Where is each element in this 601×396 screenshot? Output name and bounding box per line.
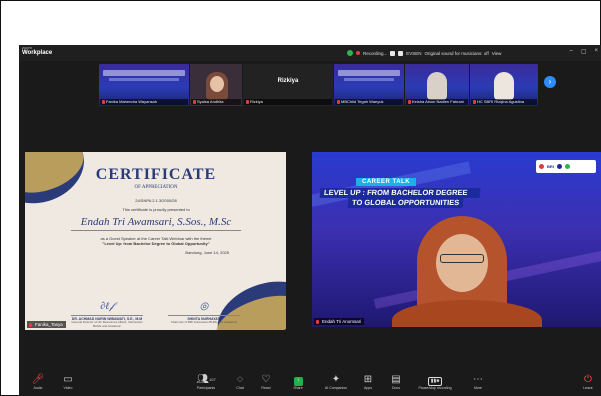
react-button[interactable]: ♡ React: [253, 374, 279, 391]
video-button[interactable]: ▭ Video: [55, 374, 81, 391]
react-icon: ♡: [261, 374, 271, 385]
apps-button[interactable]: ⊞ Apps: [355, 374, 381, 391]
window-controls: – ▢ ×: [569, 48, 598, 55]
participant-tile[interactable]: MBChild Tegah Waeyuk: [334, 64, 404, 106]
microphone-muted-icon: 🎤︎: [31, 374, 45, 385]
signatures: ∂ℓ𝒻 DR. ACHMAD NURIN WIBAWATI, S.E., M.M…: [65, 301, 246, 328]
participant-name: Rizkiya: [244, 99, 332, 105]
mic-muted-icon: [29, 322, 32, 327]
zoom-window: zoom Workplace Recording... EVSEN Origin…: [19, 45, 601, 396]
participant-tile[interactable]: Fanika Mahendra Wayansah: [99, 64, 189, 106]
screenshot-frame: zoom Workplace Recording... EVSEN Origin…: [0, 0, 601, 396]
certificate: CERTIFICATE OF APPRECIATION 24/SNPA 2.1.…: [71, 164, 241, 322]
participant-name: Keisha Ainun Nadien Fahrani: [406, 99, 468, 105]
participants-icon: 👥︎107: [196, 374, 216, 385]
sponsor-logos: BRI: [536, 160, 596, 173]
view-menu[interactable]: View: [492, 51, 502, 56]
participant-tile[interactable]: Rizkiya Rizkiya: [243, 64, 333, 106]
signature-block: ∂ℓ𝒻 DR. ACHMAD NURIN WIBAWATI, S.E., M.M…: [71, 301, 143, 328]
document-icon: ▤: [391, 374, 401, 385]
audio-button[interactable]: 🎤︎ Audio: [25, 374, 51, 391]
participants-button[interactable]: 👥︎107 Participants: [189, 374, 223, 391]
participant-tile[interactable]: Keisha Ainun Nadien Fahrani: [405, 64, 469, 106]
participant-tile[interactable]: Syalsa Andhita: [190, 64, 242, 106]
participant-name: Fanika_Tasya: [27, 321, 66, 328]
participant-name: Syalsa Andhita: [191, 99, 241, 105]
mic-muted-icon: [337, 100, 340, 104]
certificate-presented-text: This certificate is proudly presented to: [122, 207, 190, 212]
title-bar: zoom Workplace Recording... EVSEN Origin…: [19, 45, 601, 61]
mic-muted-icon: [408, 100, 411, 104]
chat-button[interactable]: ◌ Chat: [227, 374, 253, 391]
leave-button[interactable]: ⏻ Leave: [575, 374, 601, 391]
participant-display-name: Rizkiya: [277, 78, 299, 84]
participant-tile[interactable]: HC SBRI Rizqina Agustina: [470, 64, 538, 106]
participant-name: MBChild Tegah Waeyuk: [335, 99, 403, 105]
virtual-background-headline: LEVEL UP : FROM BACHELOR DEGREE TO GLOBA…: [319, 188, 481, 208]
recording-dot-icon: [356, 51, 360, 55]
pause-recording-icon[interactable]: [390, 50, 396, 56]
close-icon[interactable]: ×: [594, 48, 598, 55]
mic-muted-icon: [102, 100, 105, 104]
app-brand: zoom Workplace: [22, 46, 52, 57]
more-button[interactable]: ⋯ More: [465, 374, 491, 391]
docs-button[interactable]: ▤ Docs: [383, 374, 409, 391]
signature-block: ◎ SHINTA NURHAYATI Chairman of BRI Indon…: [168, 301, 240, 328]
participant-name: Fanika Mahendra Wayansah: [100, 99, 188, 105]
certificate-date: Bandung, June 14, 2025: [185, 250, 229, 255]
career-talk-badge: CAREER TALK: [356, 178, 417, 186]
brand-bottom: Workplace: [22, 50, 53, 56]
certificate-title: CERTIFICATE: [95, 166, 217, 183]
share-button[interactable]: ↑ Share: [285, 374, 311, 391]
share-screen-icon: ↑: [293, 377, 303, 386]
mic-muted-icon: [246, 100, 249, 104]
more-icon: ⋯: [473, 374, 483, 385]
participant-chip[interactable]: EVSEN: [406, 51, 421, 56]
mic-muted-icon: [316, 319, 319, 324]
apps-icon: ⊞: [363, 374, 373, 385]
sparkle-icon: ✦: [331, 374, 341, 385]
participant-video: [427, 72, 447, 100]
pause-stop-recording-button[interactable]: ▮▮■ Pause/stop recording: [409, 374, 461, 391]
participant-name: HC SBRI Rizqina Agustina: [471, 99, 537, 105]
next-page-button[interactable]: ›: [544, 76, 556, 88]
certificate-subtitle: OF APPRECIATION: [134, 185, 178, 190]
participant-name: Endah Tri Anomsari: [314, 318, 365, 325]
video-camera-off-icon: ▭: [63, 374, 73, 385]
minimize-icon[interactable]: –: [569, 48, 572, 55]
leave-icon: ⏻: [584, 374, 592, 385]
stop-recording-icon[interactable]: [398, 50, 404, 56]
certificate-number: 24/SNPA 2.1.3/2000/28: [135, 198, 177, 203]
speaker-video[interactable]: BRI CAREER TALK LEVEL UP : FROM BACHELOR…: [312, 152, 601, 327]
mic-muted-icon: [193, 100, 196, 104]
chat-icon: ◌: [237, 374, 243, 385]
status-area: Recording... EVSEN Original sound for mu…: [347, 49, 501, 57]
participant-video: [494, 72, 514, 100]
signature-icon: ∂ℓ𝒻: [100, 301, 114, 312]
maximize-icon[interactable]: ▢: [581, 48, 587, 55]
shared-screen-certificate: CERTIFICATE OF APPRECIATION 24/SNPA 2.1.…: [25, 152, 286, 330]
ai-companion-button[interactable]: ✦ AI Companion: [319, 374, 353, 391]
audio-status[interactable]: Original sound for musicians: off: [425, 51, 489, 56]
shield-icon[interactable]: [347, 50, 353, 56]
logo-icon: [539, 164, 544, 169]
logo-icon: [556, 164, 562, 169]
mic-muted-icon: [473, 100, 476, 104]
pause-stop-icon: ▮▮■: [428, 377, 442, 386]
certificate-body: as a Guest Speaker at the Career Talk We…: [100, 236, 212, 246]
stamp-icon: ◎: [199, 301, 209, 312]
speaker-face: [436, 234, 488, 292]
meeting-toolbar: 🎤︎ Audio ▭ Video 👥︎107 Participants ◌ Ch…: [19, 371, 601, 396]
participant-strip: Fanika Mahendra Wayansah Syalsa Andhita …: [99, 64, 539, 106]
recording-label: Recording...: [363, 50, 388, 56]
logo-icon: [564, 164, 570, 169]
certificate-recipient: Endah Tri Awamsari, S.Sos., M.Sc: [71, 216, 241, 231]
